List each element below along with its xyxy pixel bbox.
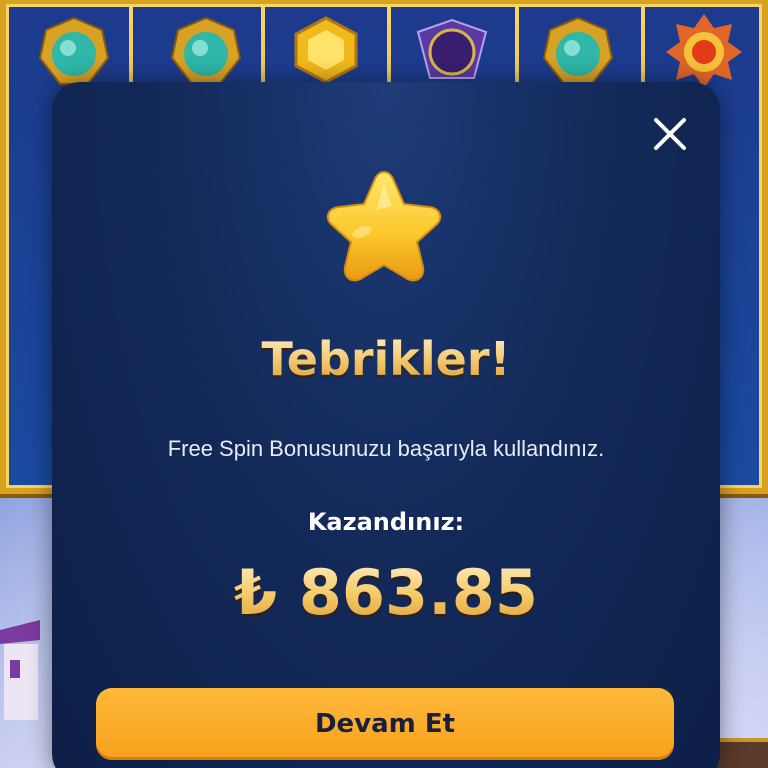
close-icon (654, 118, 686, 150)
tower-decoration (0, 620, 40, 720)
bonus-result-modal: Tebrikler! Free Spin Bonusunuzu başarıyl… (52, 82, 720, 768)
star-icon (326, 170, 442, 282)
won-label: Kazandınız: (307, 508, 465, 536)
continue-button[interactable]: Devam Et (96, 688, 674, 760)
sun-amulet-icon (666, 12, 742, 88)
moon-amulet-icon (414, 12, 490, 88)
close-button[interactable] (650, 114, 690, 154)
yellow-gem-icon (288, 12, 364, 88)
modal-message: Free Spin Bonusunuzu başarıyla kullandın… (167, 436, 605, 461)
teal-gem-icon (36, 14, 112, 90)
modal-title: Tebrikler! (52, 332, 720, 386)
teal-gem-icon (540, 14, 616, 90)
continue-button-label: Devam Et (314, 709, 456, 739)
won-amount: ₺ 863.85 (52, 556, 720, 629)
teal-gem-icon (168, 14, 244, 90)
